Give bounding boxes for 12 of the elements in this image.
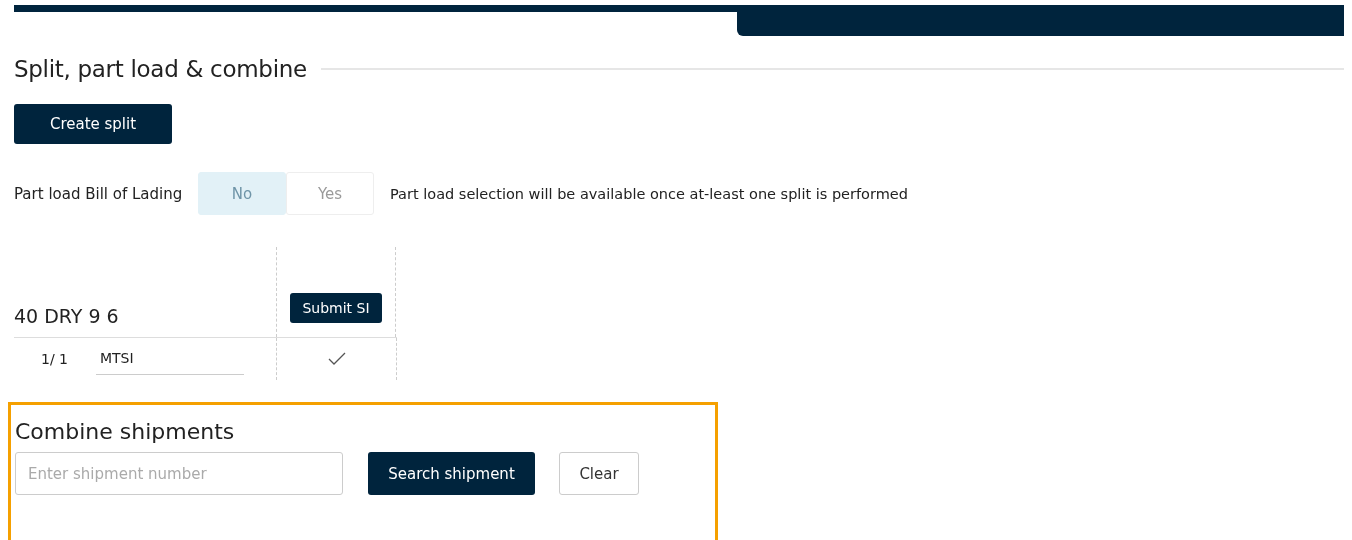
clear-button[interactable]: Clear bbox=[559, 452, 639, 495]
shipment-number-field[interactable]: Enter shipment number bbox=[15, 452, 343, 495]
part-load-label: Part load Bill of Lading bbox=[14, 184, 184, 203]
search-shipment-button[interactable]: Search shipment bbox=[368, 452, 535, 495]
container-label: 40 DRY 9 6 bbox=[14, 305, 119, 327]
submit-si-button[interactable]: Submit SI bbox=[290, 293, 382, 323]
split-field[interactable]: MTSI bbox=[96, 343, 244, 375]
split-index: 1/ 1 bbox=[41, 351, 68, 367]
part-load-note: Part load selection will be available once at-least one split is performed bbox=[390, 185, 908, 202]
combine-title: Combine shipments bbox=[15, 419, 236, 444]
create-split-button[interactable]: Create split bbox=[14, 104, 172, 144]
section-title: Split, part load & combine bbox=[14, 56, 307, 82]
